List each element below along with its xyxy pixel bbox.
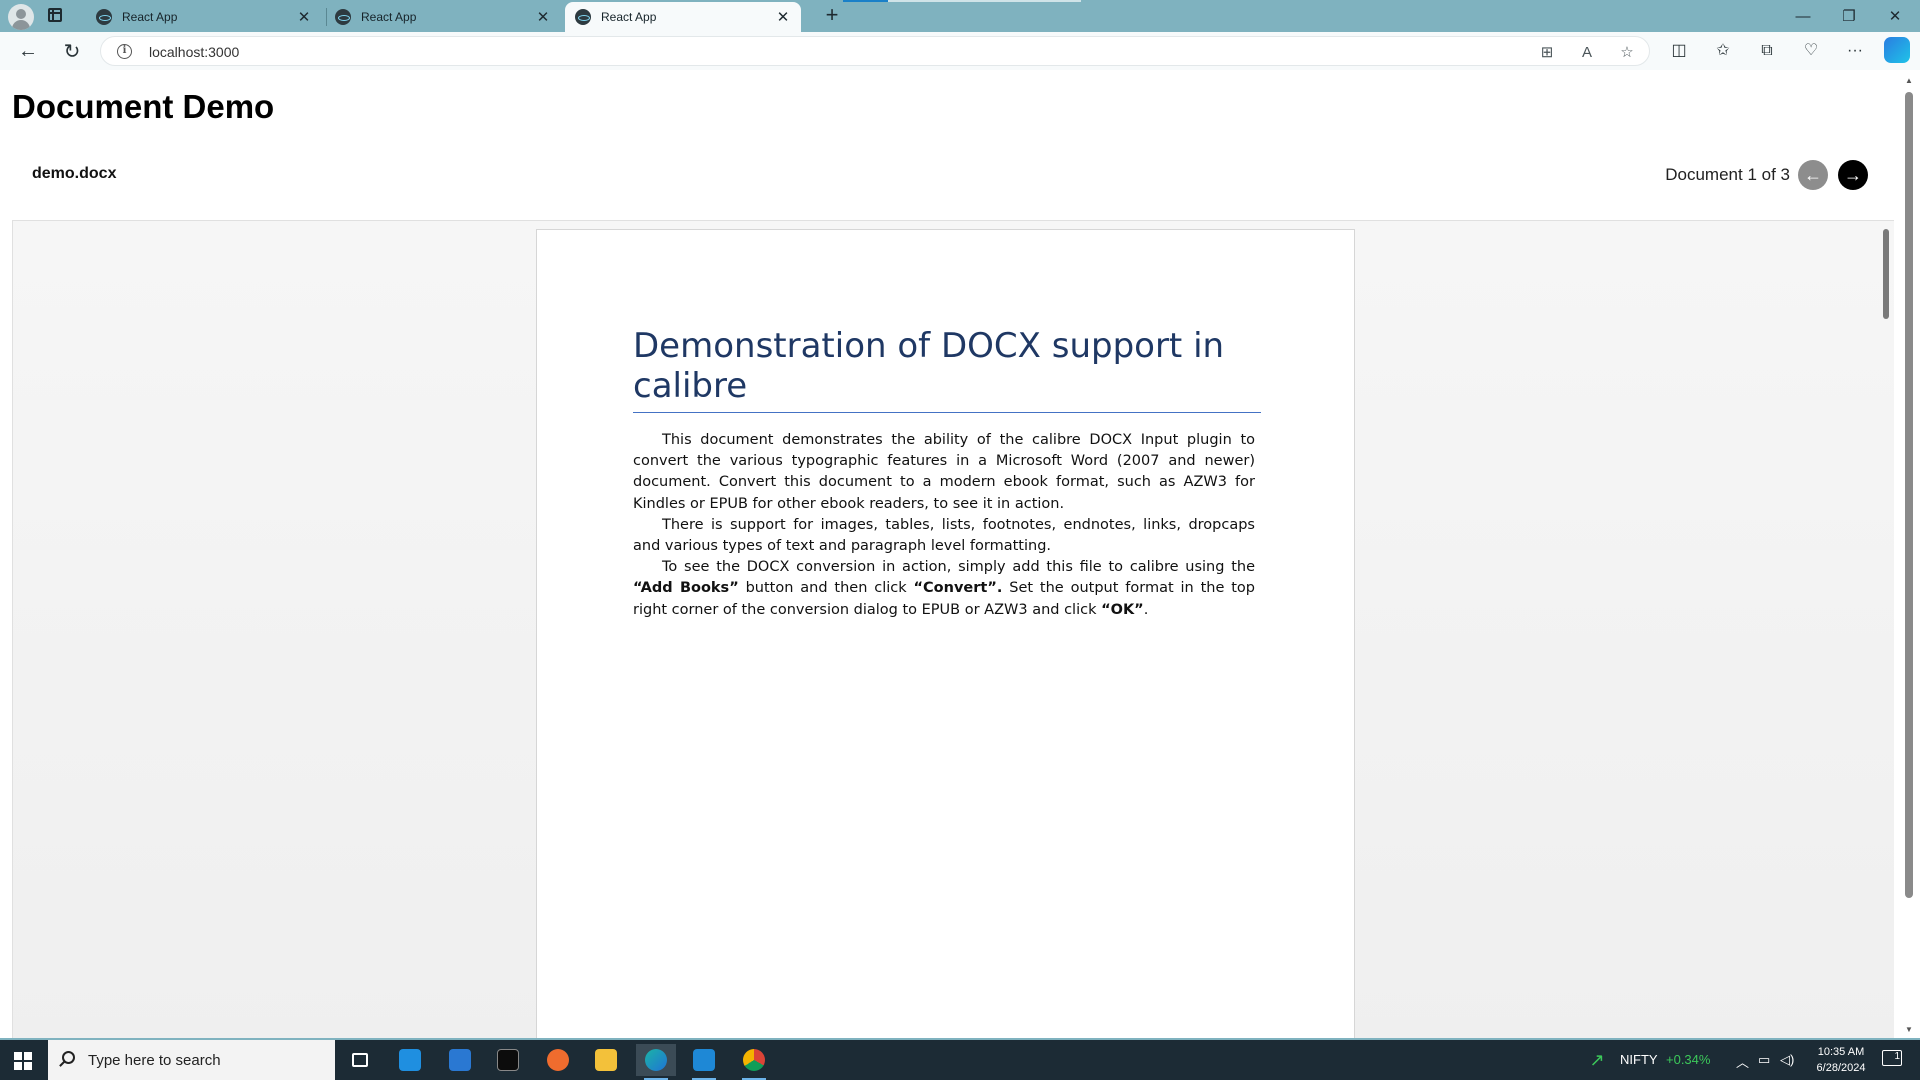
browser-essentials-icon[interactable]: ♡ (1798, 38, 1824, 64)
search-placeholder: Type here to search (88, 1052, 221, 1069)
site-info-icon[interactable]: i (117, 44, 132, 59)
tab-title: React App (361, 10, 417, 24)
system-clock[interactable]: 10:35 AM 6/28/2024 (1806, 1044, 1876, 1076)
scroll-down-icon[interactable]: ▼ (1904, 1025, 1914, 1034)
terminal-icon[interactable] (488, 1044, 528, 1076)
notification-count: 1 (1894, 1051, 1900, 1062)
copilot-icon[interactable] (1884, 37, 1910, 63)
url-text[interactable]: localhost:3000 (149, 44, 239, 60)
task-view-icon[interactable] (340, 1044, 380, 1076)
paragraph-text: button and then click (738, 580, 914, 597)
document-paragraph: This document demonstrates the ability o… (633, 432, 1255, 512)
tab-actions-icon[interactable] (48, 8, 62, 22)
paragraph-bold-text: “OK” (1101, 601, 1144, 618)
file-explorer-icon[interactable] (586, 1044, 626, 1076)
tab-strip-accent (888, 0, 1081, 2)
document-paragraph: To see the DOCX conversion in action, si… (633, 557, 1255, 621)
browser-tab[interactable]: React App ✕ (325, 2, 561, 32)
page-scrollbar-thumb[interactable] (1905, 92, 1913, 898)
ticker-name[interactable]: NIFTY (1620, 1052, 1658, 1067)
close-window-button[interactable]: ✕ (1872, 0, 1918, 32)
edge-browser-icon[interactable] (636, 1044, 676, 1080)
previous-document-button[interactable]: ← (1798, 160, 1828, 190)
viewer-scrollbar-thumb[interactable] (1883, 229, 1889, 319)
mail-icon[interactable] (440, 1044, 480, 1076)
browser-tab[interactable]: React App ✕ (86, 2, 322, 32)
tab-close-icon[interactable]: ✕ (296, 8, 312, 26)
volume-icon[interactable]: ◁) (1780, 1052, 1794, 1068)
document-viewer[interactable]: Demonstration of DOCX support in calibre… (12, 220, 1894, 1038)
split-screen-icon[interactable]: ◫ (1666, 38, 1692, 64)
document-counter: Document 1 of 3 (1665, 165, 1790, 184)
browser-tab-active[interactable]: React App ✕ (565, 2, 801, 32)
back-arrow-icon[interactable]: ← (14, 37, 42, 65)
show-hidden-icons-icon[interactable]: ︿ (1736, 1052, 1749, 1071)
clock-time: 10:35 AM (1817, 1046, 1865, 1058)
document-page: Demonstration of DOCX support in calibre… (536, 229, 1355, 1038)
minimize-window-button[interactable]: — (1780, 0, 1826, 32)
refresh-icon[interactable]: ↻ (58, 37, 86, 65)
windows-start-icon[interactable] (14, 1052, 32, 1070)
document-filename: demo.docx (32, 165, 117, 182)
paragraph-bold-text: “Add Books” (633, 580, 739, 597)
restore-window-button[interactable]: ❐ (1826, 0, 1872, 32)
taskbar-search[interactable]: Type here to search (48, 1040, 335, 1080)
more-options-icon[interactable]: ··· (1842, 38, 1868, 64)
notification-center-icon[interactable]: 1 (1882, 1050, 1902, 1066)
clock-date: 6/28/2024 (1816, 1062, 1866, 1074)
browser-toolbar: ← ↻ i localhost:3000 ⊞ A ☆ ◫ ✩ ⧉ ♡ ··· (0, 32, 1920, 70)
stock-chart-icon[interactable]: ↗ (1582, 1044, 1612, 1076)
microsoft-store-icon[interactable] (390, 1044, 430, 1076)
paragraph-text: To see the DOCX conversion in action, si… (662, 559, 1255, 576)
read-aloud-icon[interactable]: A (1577, 43, 1597, 63)
vscode-icon[interactable] (684, 1044, 724, 1080)
favorite-star-icon[interactable]: ☆ (1617, 43, 1637, 63)
postman-icon[interactable] (538, 1044, 578, 1076)
next-document-button[interactable]: → (1838, 160, 1868, 190)
app-available-icon[interactable]: ⊞ (1537, 43, 1557, 63)
collections-icon[interactable]: ⧉ (1754, 38, 1780, 64)
arrow-left-icon: ← (1804, 165, 1822, 185)
tab-strip-accent (843, 0, 888, 2)
document-body: This document demonstrates the ability o… (633, 430, 1255, 621)
react-favicon-icon (575, 9, 591, 25)
page-scrollbar[interactable]: ▲ ▼ (1902, 76, 1916, 1034)
tab-title: React App (601, 10, 657, 24)
taskbar: Type here to search ↗ NIFTY +0.34% ︿ ▭ ◁… (0, 1040, 1920, 1080)
network-icon[interactable]: ▭ (1758, 1052, 1770, 1068)
search-icon (62, 1051, 75, 1064)
tab-strip: React App ✕ React App ✕ React App ✕ + — … (0, 0, 1920, 32)
tab-close-icon[interactable]: ✕ (535, 8, 551, 26)
favorites-icon[interactable]: ✩ (1710, 38, 1736, 64)
address-bar[interactable]: i localhost:3000 ⊞ A ☆ (100, 36, 1650, 66)
react-favicon-icon (96, 9, 112, 25)
react-favicon-icon (335, 9, 351, 25)
document-heading: Demonstration of DOCX support in calibre (633, 326, 1261, 413)
paragraph-text: . (1143, 601, 1149, 618)
chrome-icon[interactable] (734, 1044, 774, 1080)
page-title: Document Demo (12, 88, 275, 125)
arrow-right-icon: → (1844, 165, 1862, 185)
ticker-change[interactable]: +0.34% (1666, 1052, 1710, 1067)
tab-close-icon[interactable]: ✕ (775, 8, 791, 26)
page-viewport: Document Demo demo.docx Document 1 of 3 … (0, 70, 1920, 1038)
scroll-up-icon[interactable]: ▲ (1904, 76, 1914, 85)
profile-avatar-icon[interactable] (8, 4, 34, 30)
document-paragraph: There is support for images, tables, lis… (633, 516, 1255, 555)
new-tab-button[interactable]: + (818, 3, 846, 29)
paragraph-bold-text: “Convert”. (913, 580, 1003, 597)
tab-title: React App (122, 10, 178, 24)
